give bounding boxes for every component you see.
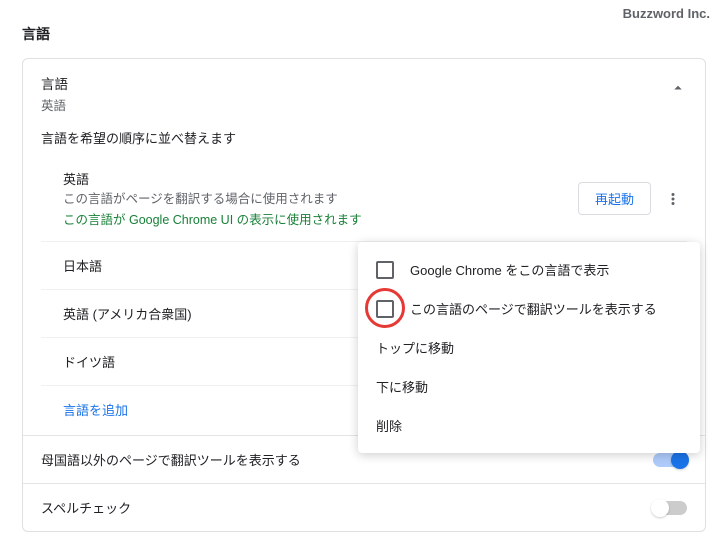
menu-label: トップに移動 [376, 338, 454, 357]
menu-label: この言語のページで翻訳ツールを表示する [410, 299, 657, 318]
spellcheck-toggle[interactable] [653, 501, 687, 515]
menu-label: 下に移動 [376, 377, 428, 396]
language-name: 英語 [63, 169, 578, 188]
language-item-english: 英語 この言語がページを翻訳する場合に使用されます この言語が Google C… [41, 161, 687, 241]
page-title: 言語 [22, 24, 706, 44]
menu-item-remove[interactable]: 削除 [358, 406, 700, 445]
language-note: この言語がページを翻訳する場合に使用されます [63, 188, 578, 207]
menu-item-move-top[interactable]: トップに移動 [358, 328, 700, 367]
language-ui-note: この言語が Google Chrome UI の表示に使用されます [63, 209, 578, 228]
menu-label: 削除 [376, 416, 402, 435]
section-title: 言語 [41, 73, 669, 93]
language-section-header[interactable]: 言語 英語 [23, 59, 705, 128]
spellcheck-toggle-label: スペルチェック [41, 498, 653, 517]
toggle-knob [671, 451, 689, 469]
translate-toggle[interactable] [653, 453, 687, 467]
language-context-menu: Google Chrome をこの言語で表示 この言語のページで翻訳ツールを表示… [358, 242, 700, 453]
menu-item-show-ui[interactable]: Google Chrome をこの言語で表示 [358, 250, 700, 289]
section-titles: 言語 英語 [41, 73, 669, 114]
spellcheck-toggle-row: スペルチェック [23, 483, 705, 531]
toggle-knob [651, 499, 669, 517]
menu-item-show-tool[interactable]: この言語のページで翻訳ツールを表示する [358, 289, 700, 328]
language-body: 英語 この言語がページを翻訳する場合に使用されます この言語が Google C… [63, 169, 578, 228]
menu-label: Google Chrome をこの言語で表示 [410, 260, 609, 279]
menu-item-move-down[interactable]: 下に移動 [358, 367, 700, 406]
checkbox-icon[interactable] [376, 300, 394, 318]
restart-button[interactable]: 再起動 [578, 182, 651, 215]
section-sub: 英語 [41, 95, 669, 114]
watermark: Buzzword Inc. [623, 6, 710, 21]
checkbox-icon[interactable] [376, 261, 394, 279]
chevron-up-icon[interactable] [669, 79, 687, 100]
sort-hint: 言語を希望の順序に並べ替えます [23, 128, 705, 161]
kebab-icon[interactable] [659, 185, 687, 213]
